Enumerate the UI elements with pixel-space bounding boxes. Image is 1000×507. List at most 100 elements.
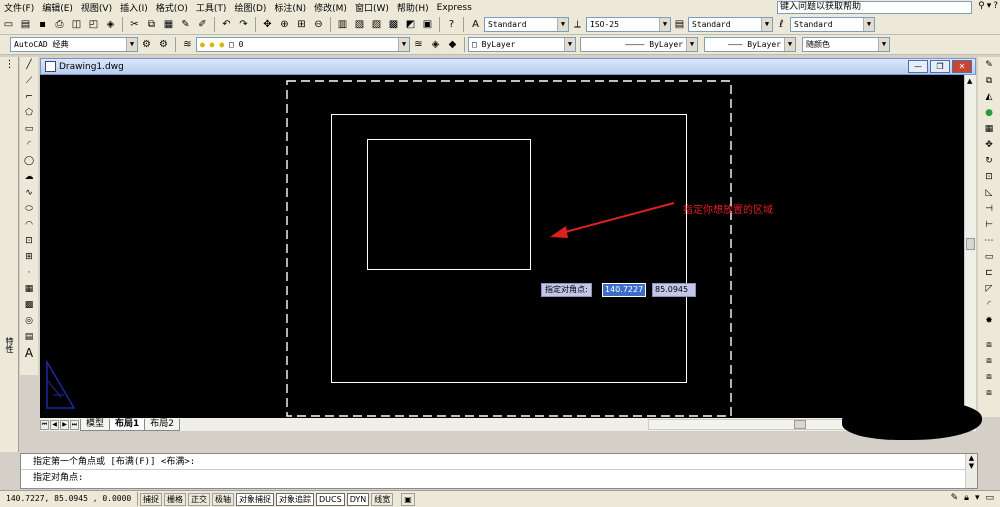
- move-icon[interactable]: ✥: [982, 138, 997, 152]
- menu-express[interactable]: Express: [433, 3, 476, 13]
- menu-draw[interactable]: 绘图(D): [230, 1, 270, 14]
- chamfer-icon[interactable]: ◸: [982, 282, 997, 296]
- region-icon[interactable]: ◎: [22, 314, 37, 328]
- revision-cloud-icon[interactable]: ☁: [22, 170, 37, 184]
- otrack-toggle[interactable]: 对象追踪: [276, 492, 314, 506]
- mirror-icon[interactable]: ◭: [982, 90, 997, 104]
- copy-object-icon[interactable]: ⧉: [982, 74, 997, 88]
- break-icon[interactable]: ▭: [982, 250, 997, 264]
- menu-tools[interactable]: 工具(T): [192, 1, 231, 14]
- command-window[interactable]: 指定第一个角点或 [布满(F)] <布满>: 指定对角点: ▲ ▼: [20, 453, 978, 489]
- help-toolbar-icon[interactable]: ?: [444, 17, 459, 32]
- save-icon[interactable]: ▪: [35, 17, 50, 32]
- lock-toolbar-icon[interactable]: 🔒︎: [964, 493, 969, 503]
- osnap-toggle[interactable]: 对象捕捉: [236, 492, 274, 506]
- close-button[interactable]: ✕: [952, 60, 972, 73]
- draw-order-icon[interactable]: ⧈: [982, 338, 997, 352]
- scale-icon[interactable]: ⊡: [982, 170, 997, 184]
- tab-layout2[interactable]: 布局2: [144, 418, 181, 431]
- zoom-previous-icon[interactable]: ⊖: [311, 17, 326, 32]
- workspace-save-icon[interactable]: ⚙: [156, 37, 171, 52]
- menu-view[interactable]: 视图(V): [77, 1, 116, 14]
- color-select[interactable]: □ ByLayer ▼: [468, 37, 576, 52]
- first-tab-icon[interactable]: ⏮: [40, 419, 49, 430]
- make-current-layer-icon[interactable]: ≊: [411, 37, 426, 52]
- rotate-icon[interactable]: ↻: [982, 154, 997, 168]
- explode-icon[interactable]: ✸: [982, 314, 997, 328]
- workspace-settings-icon[interactable]: ⚙: [139, 37, 154, 52]
- ellipse-arc-icon[interactable]: ◠: [22, 218, 37, 232]
- lineweight-toggle[interactable]: 线宽: [371, 492, 394, 506]
- markup-icon[interactable]: ◩: [403, 17, 418, 32]
- insert-block-icon[interactable]: ⊡: [22, 234, 37, 248]
- trim-icon[interactable]: ⊣: [982, 202, 997, 216]
- construction-line-icon[interactable]: ⟋: [22, 74, 37, 88]
- offset-icon[interactable]: ●: [982, 106, 997, 120]
- menu-format[interactable]: 格式(O): [152, 1, 192, 14]
- ortho-toggle[interactable]: 正交: [188, 492, 210, 506]
- bring-above-icon[interactable]: ⧈: [982, 386, 997, 400]
- help-icon[interactable]: ?: [993, 1, 998, 11]
- mleader-style-select[interactable]: Standard ▼: [790, 17, 875, 32]
- cut-icon[interactable]: ✂: [127, 17, 142, 32]
- restore-button[interactable]: ❐: [930, 60, 950, 73]
- tab-layout1[interactable]: 布局1: [109, 418, 146, 431]
- arc-icon[interactable]: ◜: [22, 138, 37, 152]
- snap-toggle[interactable]: 捕捉: [140, 492, 162, 506]
- match-properties-icon[interactable]: ✎: [178, 17, 193, 32]
- publish-icon[interactable]: ◰: [86, 17, 101, 32]
- prev-tab-icon[interactable]: ◀: [50, 419, 59, 430]
- ducs-toggle[interactable]: DUCS: [316, 492, 345, 506]
- gradient-icon[interactable]: ▩: [22, 298, 37, 312]
- menu-modify[interactable]: 修改(M): [310, 1, 351, 14]
- search-icon[interactable]: ⚲: [978, 1, 985, 11]
- preview-icon[interactable]: ◫: [69, 17, 84, 32]
- menu-window[interactable]: 窗口(W): [351, 1, 393, 14]
- paper-model-toggle-icon[interactable]: ▣: [401, 492, 415, 506]
- stretch-icon[interactable]: ◺: [982, 186, 997, 200]
- status-menu-chevron-icon[interactable]: ▾: [975, 493, 980, 503]
- polyline-icon[interactable]: ⌐: [22, 90, 37, 104]
- multiline-text-icon[interactable]: A: [22, 346, 37, 360]
- dyn-toggle[interactable]: DYN: [346, 492, 370, 506]
- layer-states-icon[interactable]: ◆: [445, 37, 460, 52]
- coordinate-display[interactable]: 140.7227, 85.0945 , 0.0000: [0, 492, 138, 506]
- line-icon[interactable]: ╱: [22, 58, 37, 72]
- layer-manager-icon[interactable]: ≋: [180, 37, 195, 52]
- workspace-select[interactable]: AutoCAD 经典 ▼: [10, 37, 138, 52]
- array-icon[interactable]: ▦: [982, 122, 997, 136]
- menu-help[interactable]: 帮助(H): [393, 1, 433, 14]
- open-icon[interactable]: ▤: [18, 17, 33, 32]
- hatch-icon[interactable]: ▦: [22, 282, 37, 296]
- text-style-select[interactable]: Standard ▼: [484, 17, 569, 32]
- communication-center-icon[interactable]: ✎: [951, 493, 959, 503]
- properties-icon[interactable]: ▥: [335, 17, 350, 32]
- command-input-line[interactable]: 指定对角点:: [21, 470, 977, 486]
- clean-screen-icon[interactable]: ▭: [985, 493, 994, 503]
- undo-icon[interactable]: ↶: [219, 17, 234, 32]
- scroll-thumb[interactable]: [966, 238, 975, 250]
- last-tab-icon[interactable]: ⏭: [70, 419, 79, 430]
- zoom-realtime-icon[interactable]: ⊕: [277, 17, 292, 32]
- grid-toggle[interactable]: 栅格: [164, 492, 186, 506]
- menu-dimension[interactable]: 标注(N): [270, 1, 310, 14]
- make-block-icon[interactable]: ⊞: [22, 250, 37, 264]
- send-back-icon[interactable]: ⧈: [982, 370, 997, 384]
- scroll-up-icon[interactable]: ▲: [967, 77, 972, 85]
- linetype-select[interactable]: ———— ByLayer ▼: [580, 37, 698, 52]
- layer-select[interactable]: ● ● ● □ 0 ▼: [196, 37, 410, 52]
- design-center-icon[interactable]: ▧: [352, 17, 367, 32]
- paste-icon[interactable]: ▦: [161, 17, 176, 32]
- minimize-button[interactable]: —: [908, 60, 928, 73]
- dynamic-input-y-field[interactable]: 85.0945: [652, 283, 696, 297]
- pan-icon[interactable]: ✥: [260, 17, 275, 32]
- polar-toggle[interactable]: 极轴: [212, 492, 234, 506]
- dim-style-select[interactable]: ISO-25 ▼: [586, 17, 671, 32]
- break-at-point-icon[interactable]: ⋯: [982, 234, 997, 248]
- properties-palette-strip[interactable]: ⋮ 特性: [0, 57, 19, 452]
- redo-icon[interactable]: ↷: [236, 17, 251, 32]
- vertical-scrollbar[interactable]: ▲ ▼: [964, 75, 976, 418]
- chevron-down-icon[interactable]: ▾: [987, 1, 992, 11]
- menu-insert[interactable]: 插入(I): [116, 1, 152, 14]
- drawing-window-titlebar[interactable]: Drawing1.dwg — ❐ ✕: [40, 58, 976, 75]
